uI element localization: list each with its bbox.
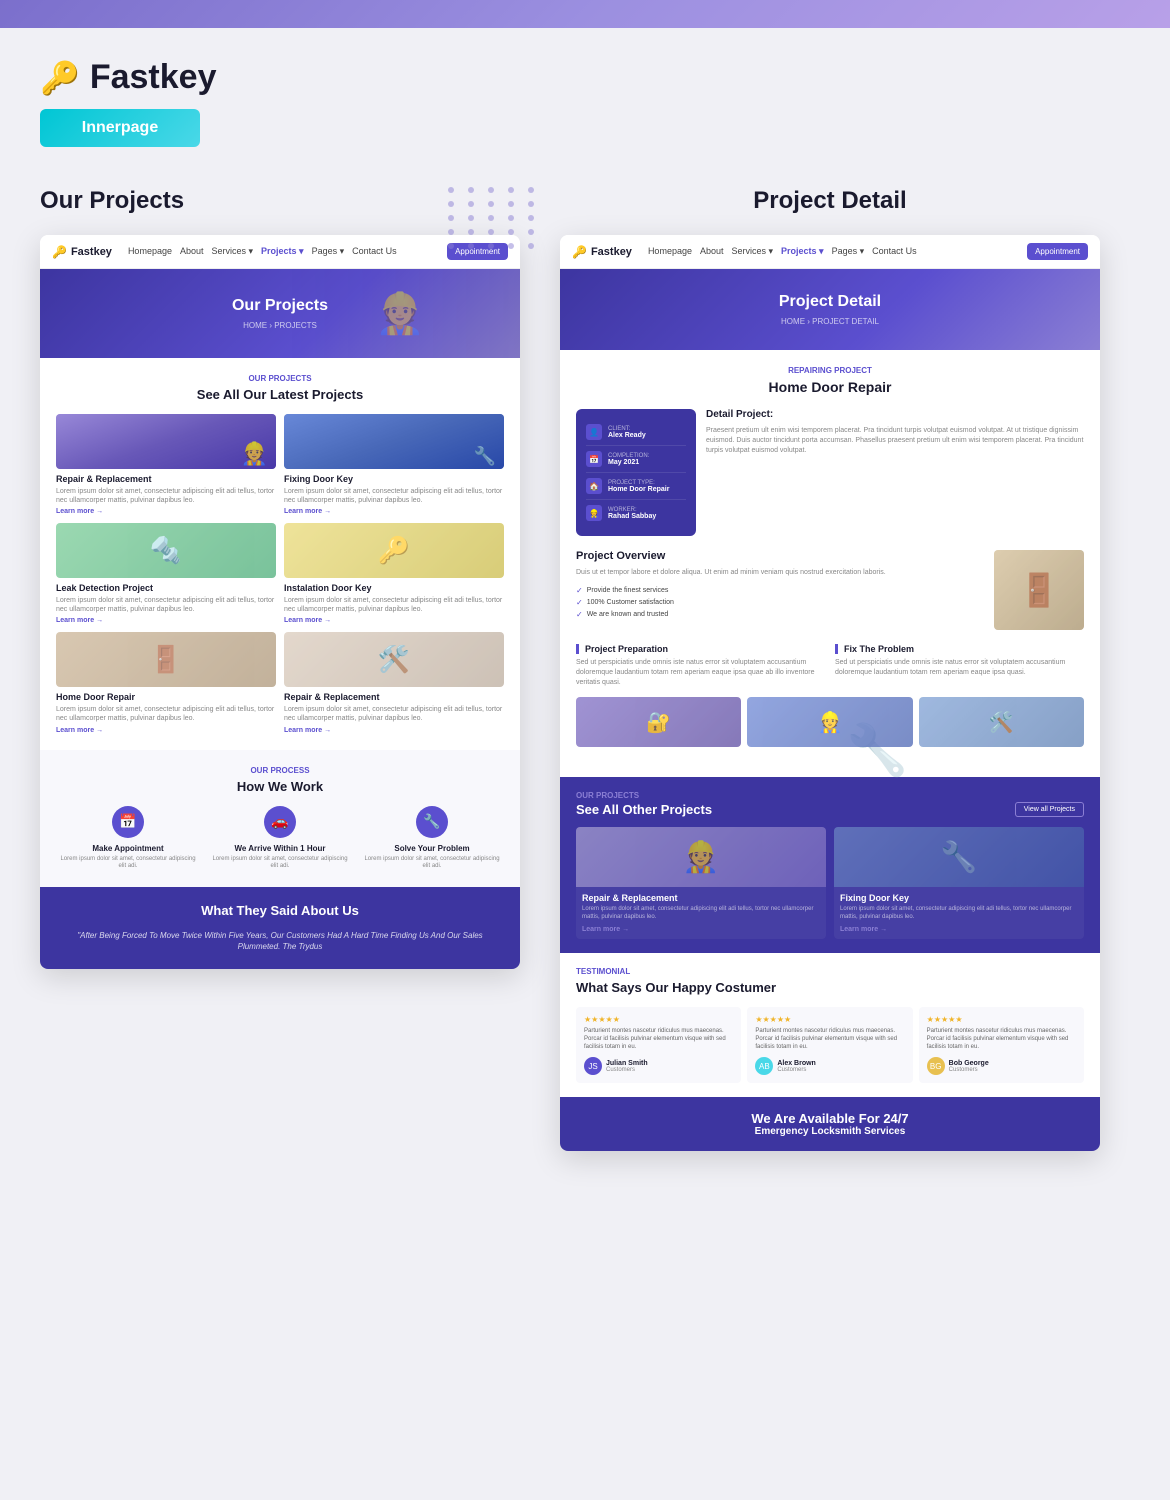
left-nav-contact[interactable]: Contact Us xyxy=(352,246,397,257)
how-title-2: We Arrive Within 1 Hour xyxy=(208,844,352,853)
project-card-6: 🛠️ Repair & Replacement Lorem ipsum dolo… xyxy=(284,632,504,733)
left-nav-logo: 🔑 Fastkey xyxy=(52,245,112,259)
bottom-img-1: 🔐 xyxy=(576,697,741,747)
left-testimonial-section: What They Said About Us "After Being For… xyxy=(40,887,520,968)
project-title-5: Home Door Repair xyxy=(56,692,276,702)
bottom-img-2: 👷 xyxy=(747,697,912,747)
learn-more-1[interactable]: Learn more → xyxy=(56,508,276,515)
project-img-1 xyxy=(56,414,276,469)
right-column: Project Detail 🔑 Fastkey Homepage About … xyxy=(560,187,1100,1151)
how-desc-2: Lorem ipsum dolor sit amet, consectetur … xyxy=(208,856,352,872)
dot-grid xyxy=(448,187,540,249)
learn-more-3[interactable]: Learn more → xyxy=(56,617,276,624)
innerpage-badge: Innerpage xyxy=(40,109,200,147)
left-projects-section: OUR PROJECTS See All Our Latest Projects… xyxy=(40,358,520,750)
project-desc-1: Lorem ipsum dolor sit amet, consectetur … xyxy=(56,487,276,505)
project-title-4: Instalation Door Key xyxy=(284,583,504,593)
project-title-1: Repair & Replacement xyxy=(56,474,276,484)
how-icon-1: 📅 xyxy=(112,806,144,838)
how-step-2: 🚗 We Arrive Within 1 Hour Lorem ipsum do… xyxy=(208,806,352,872)
project-desc-4: Lorem ipsum dolor sit amet, consectetur … xyxy=(284,596,504,614)
left-projects-grid: Repair & Replacement Lorem ipsum dolor s… xyxy=(56,414,504,734)
left-testimonial-heading: What They Said About Us xyxy=(56,903,504,918)
other-card-img-1: 👷 xyxy=(576,827,826,887)
detail-bottom-images: 🔐 👷 🛠️ xyxy=(576,697,1084,747)
left-projects-label: OUR PROJECTS xyxy=(56,374,504,383)
project-img-6: 🛠️ xyxy=(284,632,504,687)
left-nav-services[interactable]: Services ▾ xyxy=(212,246,254,257)
how-step-1: 📅 Make Appointment Lorem ipsum dolor sit… xyxy=(56,806,200,872)
right-hero-img: 🔧 xyxy=(585,235,1100,1151)
project-img-3: 🔩 xyxy=(56,523,276,578)
left-column: Our Projects 🔑 Fastkey Homepage About Se… xyxy=(40,187,520,969)
learn-more-4[interactable]: Learn more → xyxy=(284,617,504,624)
project-img-5: 🚪 xyxy=(56,632,276,687)
project-card-5: 🚪 Home Door Repair Lorem ipsum dolor sit… xyxy=(56,632,276,733)
solve-icon: 🔧 xyxy=(423,813,440,830)
how-step-3: 🔧 Solve Your Problem Lorem ipsum dolor s… xyxy=(360,806,504,872)
left-nav-links: Homepage About Services ▾ Projects ▾ Pag… xyxy=(128,246,397,257)
logo-text: Fastkey xyxy=(90,58,217,97)
check-icon-1: ✓ xyxy=(576,586,583,595)
other-card-img-2: 🔧 xyxy=(834,827,1084,887)
project-card-2: Fixing Door Key Lorem ipsum dolor sit am… xyxy=(284,414,504,515)
left-nav-pages[interactable]: Pages ▾ xyxy=(312,246,345,257)
project-desc-6: Lorem ipsum dolor sit amet, consectetur … xyxy=(284,705,504,723)
two-col-layout: Our Projects 🔑 Fastkey Homepage About Se… xyxy=(40,187,1130,1151)
left-nav-projects[interactable]: Projects ▾ xyxy=(261,246,304,257)
how-title-1: Make Appointment xyxy=(56,844,200,853)
how-heading: How We Work xyxy=(56,779,504,794)
left-hero-banner: 👷 Our Projects HOME › PROJECTS xyxy=(40,269,520,358)
left-nav-brand: Fastkey xyxy=(71,246,112,258)
right-browser-mockup: 🔑 Fastkey Homepage About Services ▾ Proj… xyxy=(560,235,1100,1151)
project-card-3: 🔩 Leak Detection Project Lorem ipsum dol… xyxy=(56,523,276,624)
left-hero-breadcrumb: HOME › PROJECTS xyxy=(60,321,500,330)
project-title-2: Fixing Door Key xyxy=(284,474,504,484)
how-title-3: Solve Your Problem xyxy=(360,844,504,853)
left-nav-about[interactable]: About xyxy=(180,246,204,257)
bottom-img-3: 🛠️ xyxy=(919,697,1084,747)
right-hero-banner: 🔧 Project Detail HOME › PROJECT DETAIL xyxy=(560,269,1100,350)
left-testimonial-quote: "After Being Forced To Move Twice Within… xyxy=(56,930,504,952)
how-icon-2: 🚗 xyxy=(264,806,296,838)
project-desc-5: Lorem ipsum dolor sit amet, consectetur … xyxy=(56,705,276,723)
learn-more-6[interactable]: Learn more → xyxy=(284,727,504,734)
how-we-work-section: OUR PROCESS How We Work 📅 Make Appointme… xyxy=(40,750,520,888)
left-nav-homepage[interactable]: Homepage xyxy=(128,246,172,257)
project-desc-3: Lorem ipsum dolor sit amet, consectetur … xyxy=(56,596,276,614)
project-desc-2: Lorem ipsum dolor sit amet, consectetur … xyxy=(284,487,504,505)
project-card-1: Repair & Replacement Lorem ipsum dolor s… xyxy=(56,414,276,515)
how-label: OUR PROCESS xyxy=(56,766,504,775)
how-desc-3: Lorem ipsum dolor sit amet, consectetur … xyxy=(360,856,504,872)
project-title-6: Repair & Replacement xyxy=(284,692,504,702)
arrive-icon: 🚗 xyxy=(271,813,288,830)
overview-image: 🚪 xyxy=(994,550,1084,630)
left-nav-logo-icon: 🔑 xyxy=(52,245,67,259)
logo-icon: 🔑 xyxy=(40,59,80,97)
learn-more-5[interactable]: Learn more → xyxy=(56,727,276,734)
project-card-4: 🔑 Instalation Door Key Lorem ipsum dolor… xyxy=(284,523,504,624)
appointment-icon: 📅 xyxy=(119,813,136,830)
check-icon-3: ✓ xyxy=(576,610,583,619)
how-desc-1: Lorem ipsum dolor sit amet, consectetur … xyxy=(56,856,200,872)
check-icon-2: ✓ xyxy=(576,598,583,607)
left-hero-title: Our Projects xyxy=(60,297,500,315)
project-img-2 xyxy=(284,414,504,469)
learn-more-2[interactable]: Learn more → xyxy=(284,508,504,515)
how-icon-3: 🔧 xyxy=(416,806,448,838)
project-img-4: 🔑 xyxy=(284,523,504,578)
left-projects-heading: See All Our Latest Projects xyxy=(56,387,504,402)
left-browser-mockup: 🔑 Fastkey Homepage About Services ▾ Proj… xyxy=(40,235,520,969)
how-grid: 📅 Make Appointment Lorem ipsum dolor sit… xyxy=(56,806,504,872)
project-title-3: Leak Detection Project xyxy=(56,583,276,593)
